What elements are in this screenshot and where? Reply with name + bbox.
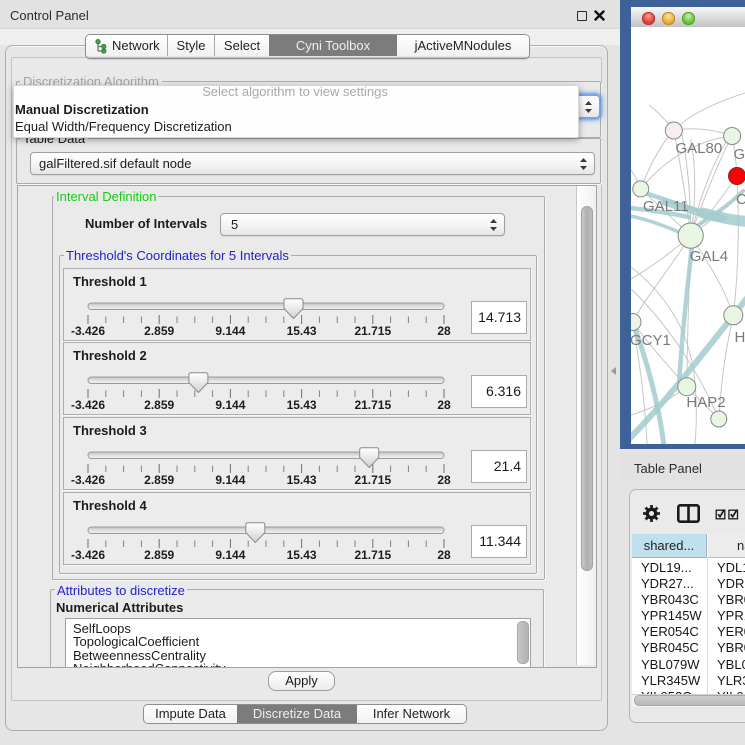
svg-text:9.144: 9.144 — [215, 398, 245, 412]
svg-text:21.715: 21.715 — [354, 398, 391, 412]
svg-text:2.859: 2.859 — [144, 473, 174, 487]
svg-text:GA: GA — [734, 146, 745, 163]
svg-text:GAL80: GAL80 — [676, 140, 723, 157]
svg-text:-3.426: -3.426 — [71, 548, 105, 562]
svg-text:15.43: 15.43 — [287, 548, 317, 562]
svg-text:2.859: 2.859 — [144, 324, 174, 338]
svg-text:GAL11: GAL11 — [643, 198, 689, 215]
svg-text:28: 28 — [437, 398, 451, 412]
svg-text:21.715: 21.715 — [354, 324, 391, 338]
svg-text:21.715: 21.715 — [354, 473, 391, 487]
svg-text:HAP2: HAP2 — [686, 394, 725, 411]
svg-text:H: H — [735, 329, 745, 346]
svg-text:9.144: 9.144 — [215, 548, 245, 562]
svg-text:15.43: 15.43 — [287, 324, 317, 338]
svg-text:28: 28 — [437, 548, 451, 562]
svg-text:15.43: 15.43 — [287, 473, 317, 487]
svg-text:2.859: 2.859 — [144, 398, 174, 412]
svg-text:9.144: 9.144 — [215, 324, 245, 338]
svg-text:9.144: 9.144 — [215, 473, 245, 487]
svg-text:28: 28 — [437, 473, 451, 487]
svg-text:21.715: 21.715 — [354, 548, 391, 562]
svg-text:-3.426: -3.426 — [71, 398, 105, 412]
svg-text:28: 28 — [437, 324, 451, 338]
svg-text:2.859: 2.859 — [144, 548, 174, 562]
svg-text:15.43: 15.43 — [287, 398, 317, 412]
svg-text:C: C — [736, 191, 745, 208]
svg-text:-3.426: -3.426 — [71, 473, 105, 487]
svg-text:-3.426: -3.426 — [71, 324, 105, 338]
svg-text:GCY1: GCY1 — [631, 332, 671, 349]
svg-text:GAL4: GAL4 — [690, 248, 728, 265]
